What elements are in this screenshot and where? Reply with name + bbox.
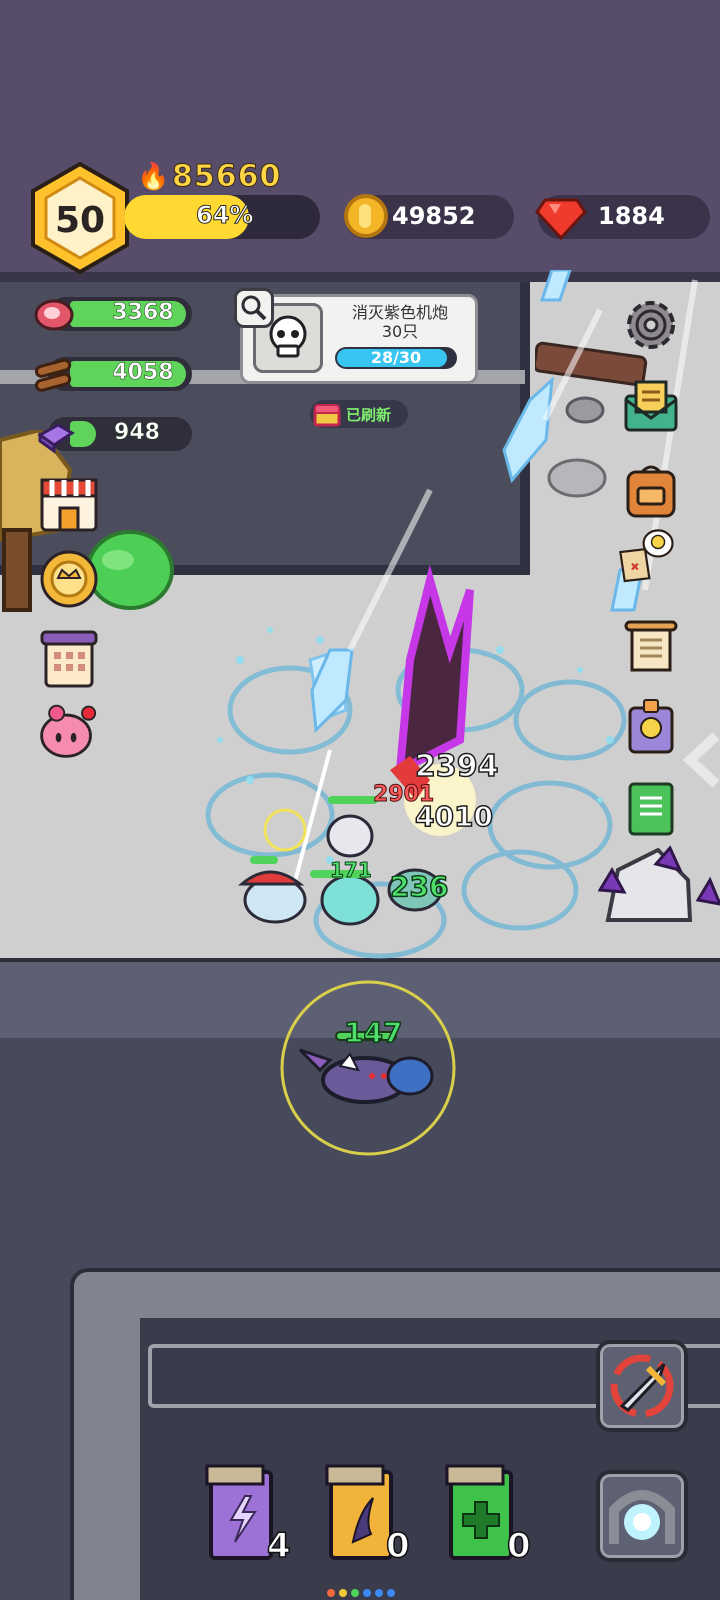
mail-icon[interactable] (622, 376, 680, 434)
tree-scenery (0, 430, 174, 612)
sword-cycle-icon (610, 1354, 674, 1418)
player-level: 50 (54, 200, 106, 241)
lightning-book-count: 4 (266, 1525, 291, 1567)
magnifier-icon (241, 295, 267, 321)
wind-book-count: 0 (385, 1525, 410, 1567)
collapse-arrow-icon[interactable] (676, 730, 720, 790)
combat-power: 85660 (171, 159, 282, 195)
player-level-badge[interactable]: 50 (30, 161, 130, 275)
gem-icon (535, 198, 587, 240)
element-dots (327, 1589, 395, 1597)
heal-book-count: 0 (506, 1525, 531, 1567)
quest-progress-bar: 28/30 (335, 347, 457, 369)
portal-button[interactable] (596, 1470, 688, 1562)
chest-icon (313, 404, 341, 427)
xp-progress-bar: 64% (124, 195, 320, 239)
meat-icon (34, 299, 74, 331)
gem-amount: 1884 (598, 202, 665, 230)
refresh-status-tag[interactable]: 已刷新 (310, 400, 408, 428)
heal-number: 147 (343, 1015, 403, 1050)
player-squad (280, 980, 456, 1156)
meat-amount: 3368 (112, 300, 174, 326)
quest-card[interactable]: 消灭紫色机炮 30只 28/30 (240, 294, 478, 384)
ore-amount: 948 (114, 420, 160, 446)
backpack-icon[interactable] (622, 462, 680, 520)
wood-logs-icon (34, 358, 72, 392)
scroll-icon[interactable] (622, 618, 680, 676)
heal-number: 236 (389, 869, 449, 904)
coin-amount: 49852 (392, 202, 476, 230)
calendar-icon[interactable] (38, 628, 100, 690)
coin-icon (344, 194, 388, 238)
portal-gate-icon (609, 1490, 675, 1544)
treasure-map-icon[interactable] (616, 526, 674, 584)
gear-icon[interactable] (622, 296, 680, 354)
auto-battle-button[interactable] (596, 1340, 688, 1432)
quest-progress-text: 28/30 (370, 348, 422, 367)
damage-number: 4010 (414, 799, 493, 834)
flame-icon: 🔥 (137, 162, 170, 192)
green-book-icon[interactable] (622, 780, 680, 838)
crown-medal-icon[interactable] (38, 548, 100, 610)
pink-pet-icon[interactable] (36, 700, 98, 762)
quest-search-button[interactable] (234, 288, 274, 328)
heal-number: 171 (330, 858, 373, 883)
shop-icon[interactable] (38, 472, 100, 534)
quest-title: 消灭紫色机炮 30只 (351, 303, 448, 341)
wood-amount: 4058 (112, 360, 174, 386)
damage-number: 2394 (414, 748, 499, 785)
purple-ingot-icon (37, 423, 75, 454)
refresh-label: 已刷新 (346, 406, 392, 424)
xp-percent: 64% (195, 201, 254, 230)
skull-card-icon[interactable] (622, 698, 680, 756)
